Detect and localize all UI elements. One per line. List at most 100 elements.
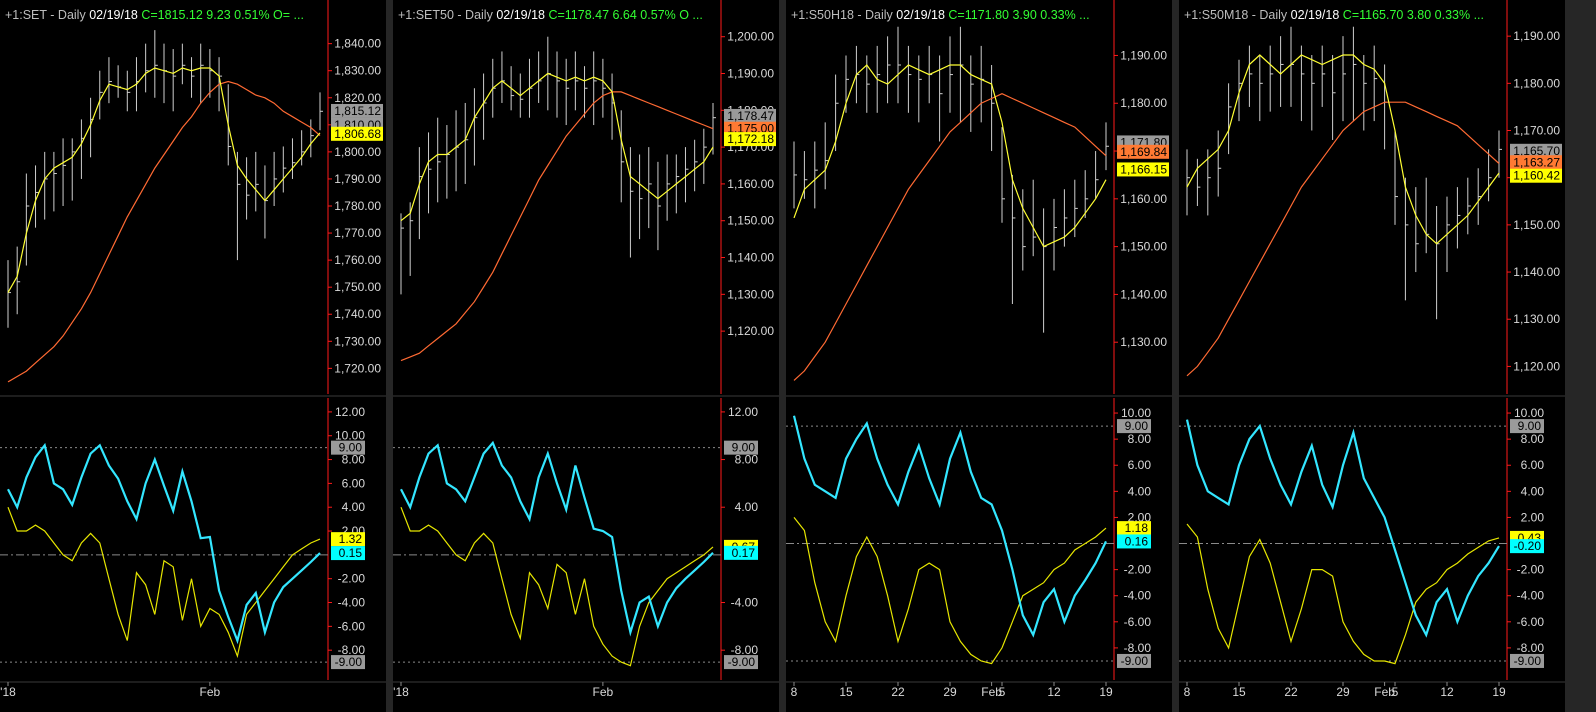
oscillator-tick-label: 10.00 xyxy=(1514,406,1544,420)
chart-panel-s50h18[interactable]: +1:S50H18 - Daily 02/19/18 C=1171.80 3.9… xyxy=(786,0,1172,712)
chart-set[interactable]: +1:SET - Daily 02/19/18 C=1815.12 9.23 0… xyxy=(0,0,386,712)
date-tick-label: 12 xyxy=(1440,685,1454,699)
oscillator-value-label: 0.16 xyxy=(1125,534,1149,548)
price-tick-label: 1,830.00 xyxy=(334,64,381,78)
price-tick-label: 1,190.00 xyxy=(1120,48,1167,62)
oscillator-tick-label: -6.00 xyxy=(338,619,366,633)
price-tick-label: 1,730.00 xyxy=(334,334,381,348)
symbol-label: +1:SET50 - Daily xyxy=(398,8,496,22)
price-value-label: 1,172.18 xyxy=(727,132,774,146)
chart-panel-s50m18[interactable]: +1:S50M18 - Daily 02/19/18 C=1165.70 3.8… xyxy=(1179,0,1565,712)
price-tick-label: 1,770.00 xyxy=(334,226,381,240)
slow-moving-average-line xyxy=(400,91,714,362)
chart-s50m18[interactable]: +1:S50M18 - Daily 02/19/18 C=1165.70 3.8… xyxy=(1179,0,1565,712)
price-value-label: 1,160.42 xyxy=(1513,169,1560,183)
panel-separator[interactable] xyxy=(386,0,393,712)
oscillator-value-label: 9.00 xyxy=(1125,419,1149,433)
price-tick-label: 1,140.00 xyxy=(1513,265,1560,279)
oscillator-main-line xyxy=(792,415,1107,638)
price-tick-label: 1,180.00 xyxy=(1120,96,1167,110)
oscillator-signal-line xyxy=(7,506,321,659)
oscillator-tick-label: -4.00 xyxy=(338,596,366,610)
oscillator-tick-label: -4.00 xyxy=(731,596,759,610)
price-tick-label: 1,170.00 xyxy=(1513,124,1560,138)
date-label: 02/19/18 xyxy=(496,8,548,22)
date-tick-label: 15 xyxy=(1232,685,1246,699)
panel-separator[interactable] xyxy=(779,0,786,712)
price-tick-label: 1,200.00 xyxy=(727,30,774,44)
oscillator-tick-label: 4.00 xyxy=(342,500,366,514)
price-value-label: 1,169.84 xyxy=(1120,145,1167,159)
oscillator-tick-label: 8.00 xyxy=(1521,432,1545,446)
date-tick-label: Feb xyxy=(593,685,614,699)
oscillator-value-label: 9.00 xyxy=(339,441,363,455)
date-tick-label: 12 xyxy=(1047,685,1061,699)
oscillator-value-label: -9.00 xyxy=(335,655,363,669)
price-tick-label: 1,190.00 xyxy=(1513,29,1560,43)
oscillator-tick-label: 8.00 xyxy=(1128,432,1152,446)
oscillator-tick-label: -6.00 xyxy=(1124,615,1152,629)
price-value-label: 1,166.15 xyxy=(1120,162,1167,176)
price-tick-label: 1,750.00 xyxy=(334,280,381,294)
oscillator-main-line xyxy=(1185,419,1500,638)
oscillator-tick-label: 12.00 xyxy=(335,405,365,419)
oscillator-tick-label: 8.00 xyxy=(735,453,759,467)
oscillator-value-label: 9.00 xyxy=(732,441,756,455)
oscillator-tick-label: 6.00 xyxy=(1521,458,1545,472)
oscillator-tick-label: -6.00 xyxy=(1517,615,1545,629)
price-tick-label: 1,180.00 xyxy=(1513,76,1560,90)
oscillator-tick-label: -2.00 xyxy=(338,572,366,586)
price-tick-label: 1,840.00 xyxy=(334,37,381,51)
quote-label: C=1815.12 9.23 0.51% O= ... xyxy=(141,8,304,22)
oscillator-tick-label: 6.00 xyxy=(342,476,366,490)
symbol-label: +1:S50M18 - Daily xyxy=(1184,8,1291,22)
quote-label: C=1178.47 6.64 0.57% O ... xyxy=(548,8,702,22)
symbol-label: +1:SET - Daily xyxy=(5,8,89,22)
date-tick-label: 29 xyxy=(1336,685,1350,699)
chart-panel-set50[interactable]: +1:SET50 - Daily 02/19/18 C=1178.47 6.64… xyxy=(393,0,779,712)
date-tick-label: 8 xyxy=(791,685,798,699)
chart-header: +1:S50M18 - Daily 02/19/18 C=1165.70 3.8… xyxy=(1184,8,1484,22)
price-value-label: 1,815.12 xyxy=(334,104,381,118)
oscillator-tick-label: 8.00 xyxy=(342,453,366,467)
date-label: 02/19/18 xyxy=(89,8,141,22)
price-tick-label: 1,190.00 xyxy=(727,67,774,81)
window-edge xyxy=(1565,0,1596,712)
symbol-label: +1:S50H18 - Daily xyxy=(791,8,896,22)
price-tick-label: 1,740.00 xyxy=(334,307,381,321)
slow-moving-average-line xyxy=(7,80,321,383)
oscillator-value-label: -9.00 xyxy=(728,655,756,669)
chart-set50[interactable]: +1:SET50 - Daily 02/19/18 C=1178.47 6.64… xyxy=(393,0,779,712)
oscillator-tick-label: 6.00 xyxy=(1128,458,1152,472)
slow-moving-average-line xyxy=(1186,101,1500,377)
slow-moving-average-line xyxy=(793,93,1107,381)
price-tick-label: 1,150.00 xyxy=(727,214,774,228)
date-label: 02/19/18 xyxy=(1291,8,1343,22)
chart-panel-set[interactable]: +1:SET - Daily 02/19/18 C=1815.12 9.23 0… xyxy=(0,0,386,712)
quote-label: C=1171.80 3.90 0.33% ... xyxy=(948,8,1089,22)
date-tick-label: 22 xyxy=(891,685,905,699)
oscillator-tick-label: -4.00 xyxy=(1517,589,1545,603)
date-tick-label: 8 xyxy=(1184,685,1191,699)
panel-separator[interactable] xyxy=(1172,0,1179,712)
date-tick-label: 5 xyxy=(1392,685,1399,699)
oscillator-value-label: -0.20 xyxy=(1514,539,1542,553)
price-value-label: 1,163.27 xyxy=(1513,155,1560,169)
oscillator-tick-label: -8.00 xyxy=(1517,641,1545,655)
oscillator-value-label: 0.15 xyxy=(339,546,363,560)
chart-header: +1:SET50 - Daily 02/19/18 C=1178.47 6.64… xyxy=(398,8,703,22)
oscillator-signal-line xyxy=(400,506,714,667)
price-tick-label: 1,150.00 xyxy=(1513,218,1560,232)
price-tick-label: 1,140.00 xyxy=(727,251,774,265)
oscillator-main-line xyxy=(400,440,714,637)
date-tick-label: Feb xyxy=(200,685,221,699)
chart-s50h18[interactable]: +1:S50H18 - Daily 02/19/18 C=1171.80 3.9… xyxy=(786,0,1172,712)
chart-header: +1:SET - Daily 02/19/18 C=1815.12 9.23 0… xyxy=(5,8,304,22)
price-tick-label: 1,820.00 xyxy=(334,91,381,105)
oscillator-signal-line xyxy=(793,517,1107,665)
price-tick-label: 1,160.00 xyxy=(727,177,774,191)
oscillator-tick-label: -2.00 xyxy=(1124,563,1152,577)
price-tick-label: 1,780.00 xyxy=(334,199,381,213)
oscillator-value-label: 0.17 xyxy=(732,546,756,560)
date-tick-label: '18 xyxy=(0,685,16,699)
